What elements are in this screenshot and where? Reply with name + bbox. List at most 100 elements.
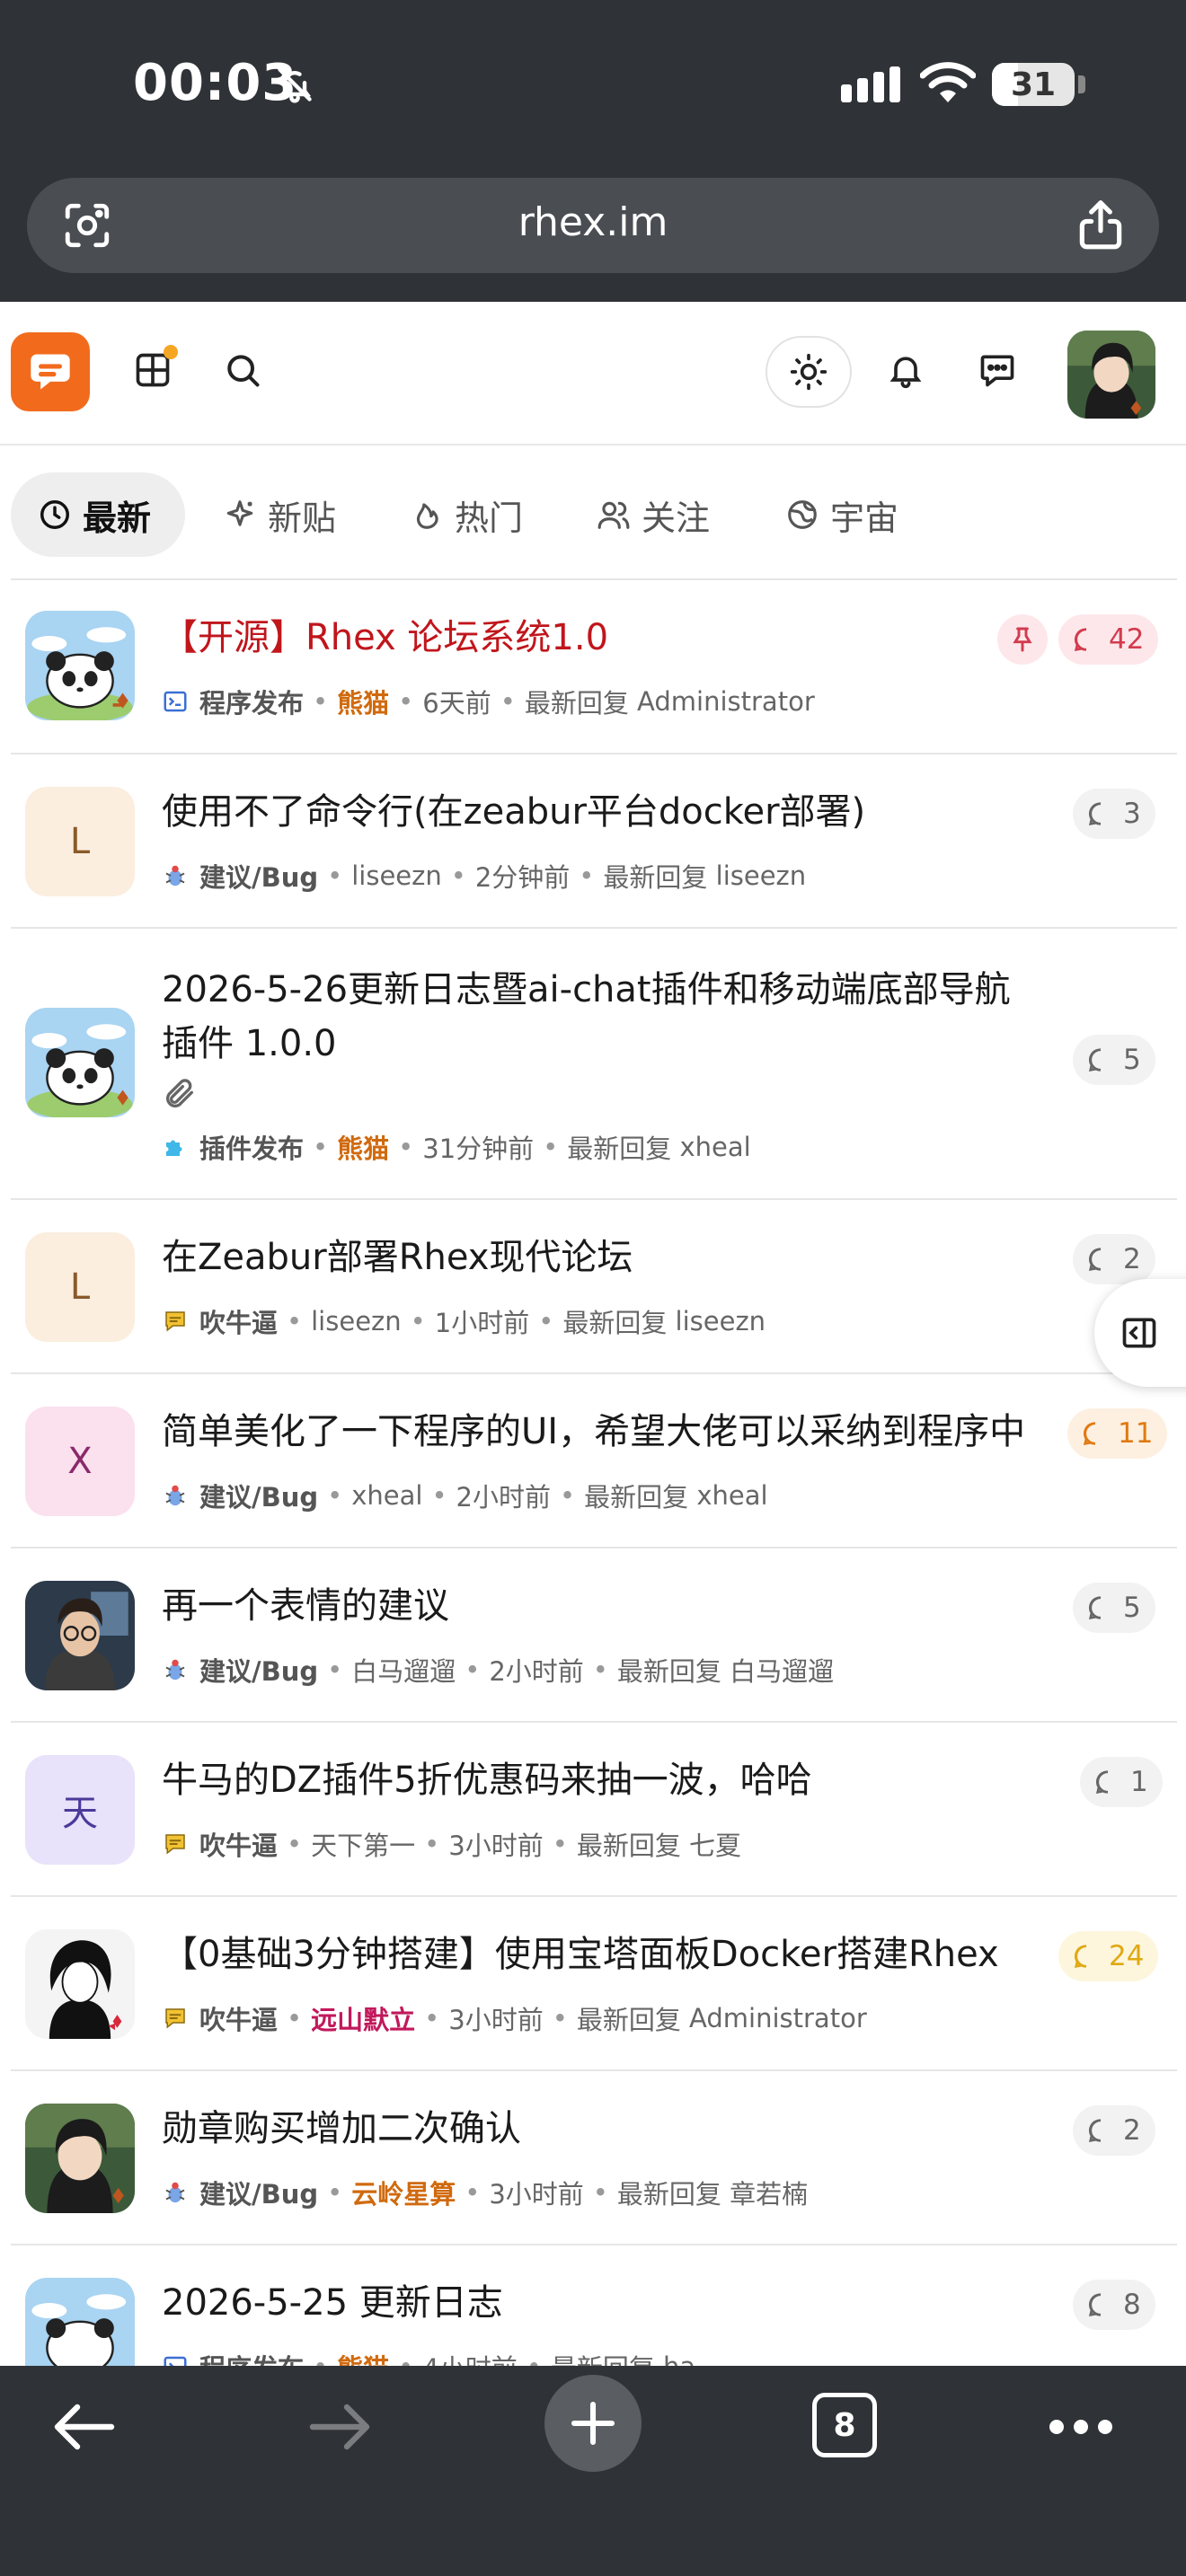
author-avatar[interactable]	[25, 1929, 135, 2039]
post-author[interactable]: liseezn	[311, 1306, 402, 1337]
post-category[interactable]: 建议/Bug	[199, 1651, 318, 1689]
chat-bubble-icon	[165, 1311, 185, 1332]
post-row[interactable]: 2026-5-26更新日志暨ai-chat插件和移动端底部导航 插件 1.0.0…	[11, 929, 1177, 1200]
author-avatar[interactable]: L	[25, 1232, 135, 1342]
post-row[interactable]: X 简单美化了一下程序的UI，希望大佬可以采纳到程序中 建议/Bug • xhea…	[11, 1374, 1177, 1548]
browser-top-chrome: 00:03 31 rhex.im	[0, 0, 1186, 302]
post-category[interactable]: 建议/Bug	[199, 1477, 318, 1514]
last-reply-user[interactable]: liseezn	[716, 860, 807, 891]
post-row[interactable]: 【0基础3分钟搭建】使用宝塔面板Docker搭建Rhex 吹牛逼 • 远山默立 • …	[11, 1897, 1177, 2071]
post-category[interactable]: 程序发布	[199, 683, 304, 720]
more-options-icon[interactable]	[1048, 2418, 1114, 2436]
share-icon[interactable]	[1073, 196, 1128, 251]
comment-icon	[1095, 1770, 1109, 1794]
reply-count-badge: 42	[1058, 614, 1159, 665]
tab-label: 热门	[455, 498, 524, 538]
author-avatar[interactable]: X	[25, 1407, 135, 1516]
last-reply-label: 最新回复	[562, 1308, 668, 1338]
back-arrow-icon[interactable]	[52, 2402, 117, 2452]
post-title[interactable]: 使用不了命令行(在zeabur平台docker部署)	[162, 785, 865, 839]
reply-count-badge: 3	[1073, 789, 1155, 839]
forward-arrow-icon[interactable]	[307, 2402, 372, 2452]
author-avatar[interactable]	[25, 1008, 135, 1117]
tab-label: 关注	[642, 498, 711, 538]
last-reply-user[interactable]: xheal	[696, 1480, 767, 1511]
post-row[interactable]: 再一个表情的建议 建议/Bug • 白马遛遛 • 2小时前 • 最新回复 白马遛遛 5	[11, 1548, 1177, 1723]
last-reply-label: 最新回复	[616, 2179, 721, 2210]
search-icon[interactable]	[214, 341, 271, 399]
site-header	[0, 302, 1186, 446]
last-reply-user[interactable]: 白马遛遛	[730, 1651, 834, 1689]
post-category[interactable]: 吹牛逼	[199, 1825, 278, 1863]
tab-hot[interactable]: 热门	[410, 472, 571, 557]
last-reply-user[interactable]: xheal	[680, 1132, 751, 1162]
post-title[interactable]: 简单美化了一下程序的UI，希望大佬可以采纳到程序中	[162, 1405, 1025, 1459]
user-avatar[interactable]	[1067, 331, 1155, 419]
post-time: 2小时前	[489, 1656, 584, 1687]
post-category[interactable]: 插件发布	[199, 1128, 304, 1166]
post-author[interactable]: xheal	[351, 1480, 422, 1511]
post-author[interactable]: liseezn	[351, 860, 442, 891]
post-meta: 吹牛逼 • 远山默立 • 3小时前 • 最新回复 Administrator	[162, 1999, 867, 2037]
clock-icon	[40, 500, 69, 529]
post-title[interactable]: 再一个表情的建议	[162, 1579, 449, 1633]
post-title[interactable]: 牛马的DZ插件5折优惠码来抽一波，哈哈	[162, 1753, 812, 1807]
tab-new-posts[interactable]: 新贴	[223, 472, 385, 557]
post-time: 2分钟前	[474, 862, 571, 893]
reply-count-badge: 11	[1067, 1408, 1168, 1459]
tab-label: 最新	[83, 498, 152, 538]
post-row[interactable]: 勋章购买增加二次确认 建议/Bug • 云岭星算 • 3小时前 • 最新回复 章若楠 …	[11, 2071, 1177, 2245]
reply-count: 24	[1109, 1940, 1145, 1972]
author-avatar[interactable]	[25, 611, 135, 720]
plus-icon	[571, 2401, 615, 2446]
site-logo[interactable]	[11, 332, 90, 411]
last-reply-label: 最新回复	[616, 1656, 721, 1687]
comment-icon	[1088, 1248, 1102, 1271]
post-row[interactable]: 天 牛马的DZ插件5折优惠码来抽一波，哈哈 吹牛逼 • 天下第一 • 3小时前 • 最…	[11, 1723, 1177, 1897]
battery-percent: 31	[1010, 66, 1057, 103]
tab-latest[interactable]: 最新	[11, 472, 185, 557]
last-reply-user[interactable]: Administrator	[637, 686, 815, 717]
post-author[interactable]: 远山默立	[311, 1999, 415, 2037]
post-author[interactable]: 云岭星算	[351, 2174, 456, 2211]
post-title-line-1[interactable]: 2026-5-26更新日志暨ai-chat插件和移动端底部导航	[162, 963, 1011, 1017]
globe-icon	[788, 500, 817, 529]
post-row[interactable]: L 使用不了命令行(在zeabur平台docker部署) 建议/Bug • lis…	[11, 754, 1177, 929]
author-avatar[interactable]	[25, 2104, 135, 2213]
author-avatar[interactable]	[25, 1581, 135, 1690]
post-row[interactable]: 【开源】Rhex 论坛系统1.0 程序发布 • 熊猫 • 6天前 • 最新回复 Adm…	[11, 580, 1177, 754]
last-reply-user[interactable]: liseezn	[676, 1306, 766, 1337]
last-reply-user[interactable]: Administrator	[689, 2003, 867, 2033]
new-tab-button[interactable]	[544, 2375, 642, 2472]
post-title-line-2[interactable]: 插件 1.0.0	[162, 1017, 337, 1071]
post-category[interactable]: 吹牛逼	[199, 1302, 278, 1340]
post-row[interactable]: L 在Zeabur部署Rhex现代论坛 吹牛逼 • liseezn • 1小时前 • …	[11, 1200, 1177, 1374]
address-bar[interactable]: rhex.im	[27, 178, 1159, 273]
post-author[interactable]: 天下第一	[311, 1825, 415, 1863]
post-title[interactable]: 【开源】Rhex 论坛系统1.0	[162, 611, 608, 665]
post-author[interactable]: 熊猫	[337, 683, 389, 720]
tab-universe[interactable]: 宇宙	[785, 472, 947, 557]
post-category[interactable]: 吹牛逼	[199, 1999, 278, 2037]
notification-dot	[164, 345, 178, 359]
author-avatar[interactable]: 天	[25, 1755, 135, 1865]
last-reply-user[interactable]: 章若楠	[730, 2174, 808, 2211]
post-category[interactable]: 建议/Bug	[199, 2174, 318, 2211]
apps-grid-button[interactable]	[124, 341, 181, 399]
post-title[interactable]: 2026-5-25 更新日志	[162, 2276, 503, 2330]
tab-switcher-button[interactable]: 8	[812, 2393, 877, 2457]
last-reply-user[interactable]: 七夏	[689, 1825, 741, 1863]
messages-icon[interactable]	[969, 341, 1026, 399]
theme-toggle-button[interactable]	[766, 336, 852, 408]
comment-icon	[1088, 2119, 1102, 2142]
post-title[interactable]: 在Zeabur部署Rhex现代论坛	[162, 1231, 633, 1284]
post-title[interactable]: 勋章购买增加二次确认	[162, 2102, 521, 2156]
author-avatar[interactable]: L	[25, 787, 135, 896]
tab-following[interactable]: 关注	[597, 472, 758, 557]
post-title[interactable]: 【0基础3分钟搭建】使用宝塔面板Docker搭建Rhex	[162, 1928, 999, 1981]
post-author[interactable]: 熊猫	[337, 1128, 389, 1166]
post-category[interactable]: 建议/Bug	[199, 857, 318, 895]
post-author[interactable]: 白马遛遛	[351, 1651, 456, 1689]
bell-icon[interactable]	[877, 341, 934, 399]
post-time: 3小时前	[448, 1831, 544, 1861]
